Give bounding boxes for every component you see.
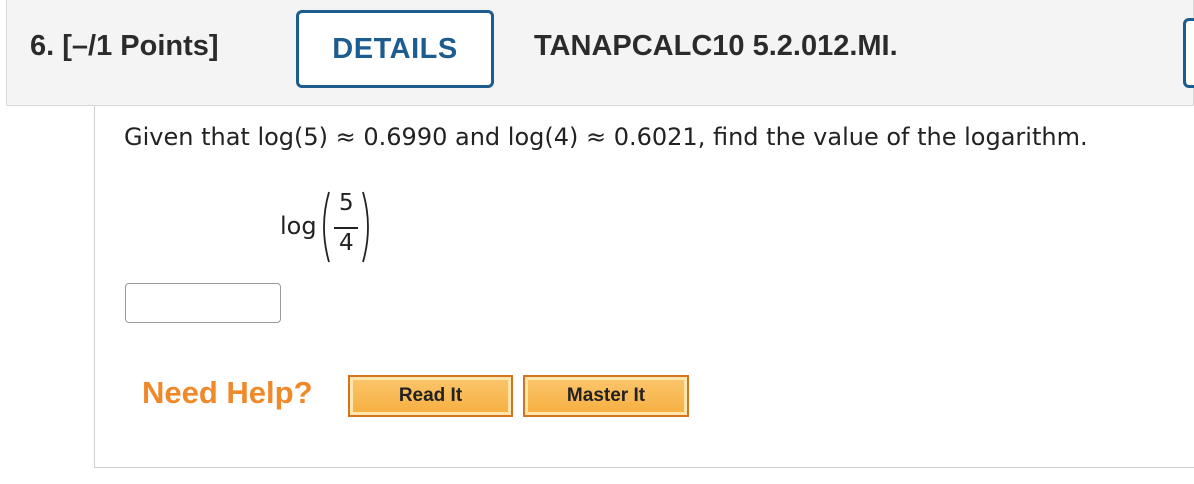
log-function: log (280, 212, 317, 240)
question-number-points: 6. [–/1 Points] (30, 30, 219, 63)
question-number: 6. (30, 30, 55, 62)
master-it-button[interactable]: Master It (523, 375, 689, 417)
fraction-denominator: 4 (339, 230, 354, 256)
read-it-button[interactable]: Read It (348, 375, 513, 417)
right-paren-icon (362, 191, 369, 263)
question-id: TANAPCALC10 5.2.012.MI. (534, 30, 898, 62)
left-paren-icon (323, 191, 330, 263)
header-edge-button[interactable] (1183, 18, 1194, 88)
need-help-label: Need Help? (142, 375, 313, 410)
fraction-bar (334, 227, 358, 229)
problem-prompt: Given that log(5) ≈ 0.6990 and log(4) ≈ … (124, 123, 1088, 151)
points-label: [–/1 Points] (62, 30, 219, 62)
answer-input[interactable] (125, 283, 281, 323)
fraction-numerator: 5 (339, 190, 354, 216)
details-button[interactable]: DETAILS (296, 10, 494, 88)
